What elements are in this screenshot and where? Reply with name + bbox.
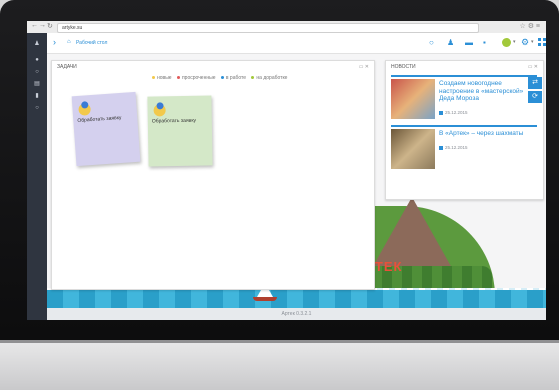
apps-grid-icon[interactable] [538,38,546,46]
page-title[interactable]: Рабочий стол [76,40,107,46]
address-url: artyke.su [62,25,83,31]
news-widget: Новости ▭ ✕ Создаем новогоднее настроени… [385,60,544,200]
address-bar[interactable]: artyke.su [57,23,479,33]
forward-icon[interactable]: → [39,22,46,29]
app-sidebar: ♟ ● ○ ▤ ▮ ○ [27,33,47,320]
news-item-title[interactable]: Создаем новогоднее настроение в «мастерс… [439,80,535,103]
news-toggle-icon[interactable]: ⇄ [528,77,542,89]
tasks-title: Задачи [57,64,77,70]
task-card[interactable]: Обработать заявку [147,95,213,167]
footer: Артек 0.3.2.1 [47,308,546,320]
task-card[interactable]: Обработать заявку [71,91,141,167]
filter-rework[interactable]: на доработке [256,75,287,81]
user-avatar[interactable] [502,38,511,47]
task-card-label: Обработать заявку [151,117,197,125]
tasks-widget: Задачи ▭ ✕ новые просроченные в работе н… [51,60,375,290]
back-icon[interactable]: ← [31,22,38,29]
filter-dot [220,76,224,79]
sidebar-dot-icon[interactable]: ● [33,57,41,63]
news-title: Новости [391,64,416,70]
flag-icon[interactable]: ▪ [483,38,486,47]
widget-controls[interactable]: ▭ ✕ [359,64,369,70]
task-card-label: Обработать заявку [77,114,122,124]
news-item[interactable]: Создаем новогоднее настроение в «мастерс… [391,75,537,121]
news-thumbnail[interactable] [391,79,435,119]
filter-new[interactable]: новые [157,75,172,81]
reload-icon[interactable]: ↻ [47,22,53,30]
monitor-chin [0,343,559,390]
avatar [78,103,91,116]
sidebar-list-icon[interactable]: ▤ [33,81,41,87]
news-thumbnail[interactable] [391,129,435,169]
search-icon[interactable]: ○ [429,38,434,47]
sidebar-people-icon[interactable]: ♟ [33,41,41,47]
gear-icon[interactable]: ⚙ [521,37,529,48]
news-item[interactable]: В «Артек» – через шахматы 25.12.2015 [391,125,537,171]
news-item-title[interactable]: В «Артек» – через шахматы [439,130,535,138]
sidebar-expand-icon[interactable]: › [53,37,56,47]
sidebar-circle-icon[interactable]: ○ [33,69,41,75]
news-refresh-icon[interactable]: ⟳ [528,91,542,103]
news-item-date: 25.12.2015 [439,110,468,115]
news-item-date: 25.12.2015 [439,145,468,150]
chevron-down-icon[interactable]: ▾ [513,39,516,45]
filter-dot [152,76,155,79]
chevron-down-icon[interactable]: ▾ [531,39,534,45]
sidebar-settings-icon[interactable]: ○ [33,105,41,111]
version-label: Артек 0.3.2.1 [281,311,312,317]
app-header: › ⌂ Рабочий стол ○ ♟ ▬ ▪ ▾ ⚙ ▾ [47,33,546,54]
sidebar-doc-icon[interactable]: ▮ [33,93,41,99]
task-filter-legend: новые просроченные в работе на доработке [148,75,287,81]
avatar [153,104,166,117]
messages-icon[interactable]: ▬ [465,38,473,47]
screen: ← → ↻ artyke.su ☆ ⚙ ≡ ♟ ● ○ ▤ ▮ ○ › ⌂ Ра… [27,21,546,320]
user-icon[interactable]: ♟ [447,38,454,47]
sailboat-hull [253,297,277,301]
filter-dot [251,76,255,79]
filter-dot [176,76,180,79]
home-icon[interactable]: ⌂ [67,39,71,45]
filter-overdue[interactable]: просроченные [182,75,216,81]
browser-menu-icons[interactable]: ☆ ⚙ ≡ [519,22,540,30]
widget-controls[interactable]: ▭ ✕ [528,64,538,70]
filter-in-progress[interactable]: в работе [226,75,246,81]
sea-illustration [47,290,546,308]
